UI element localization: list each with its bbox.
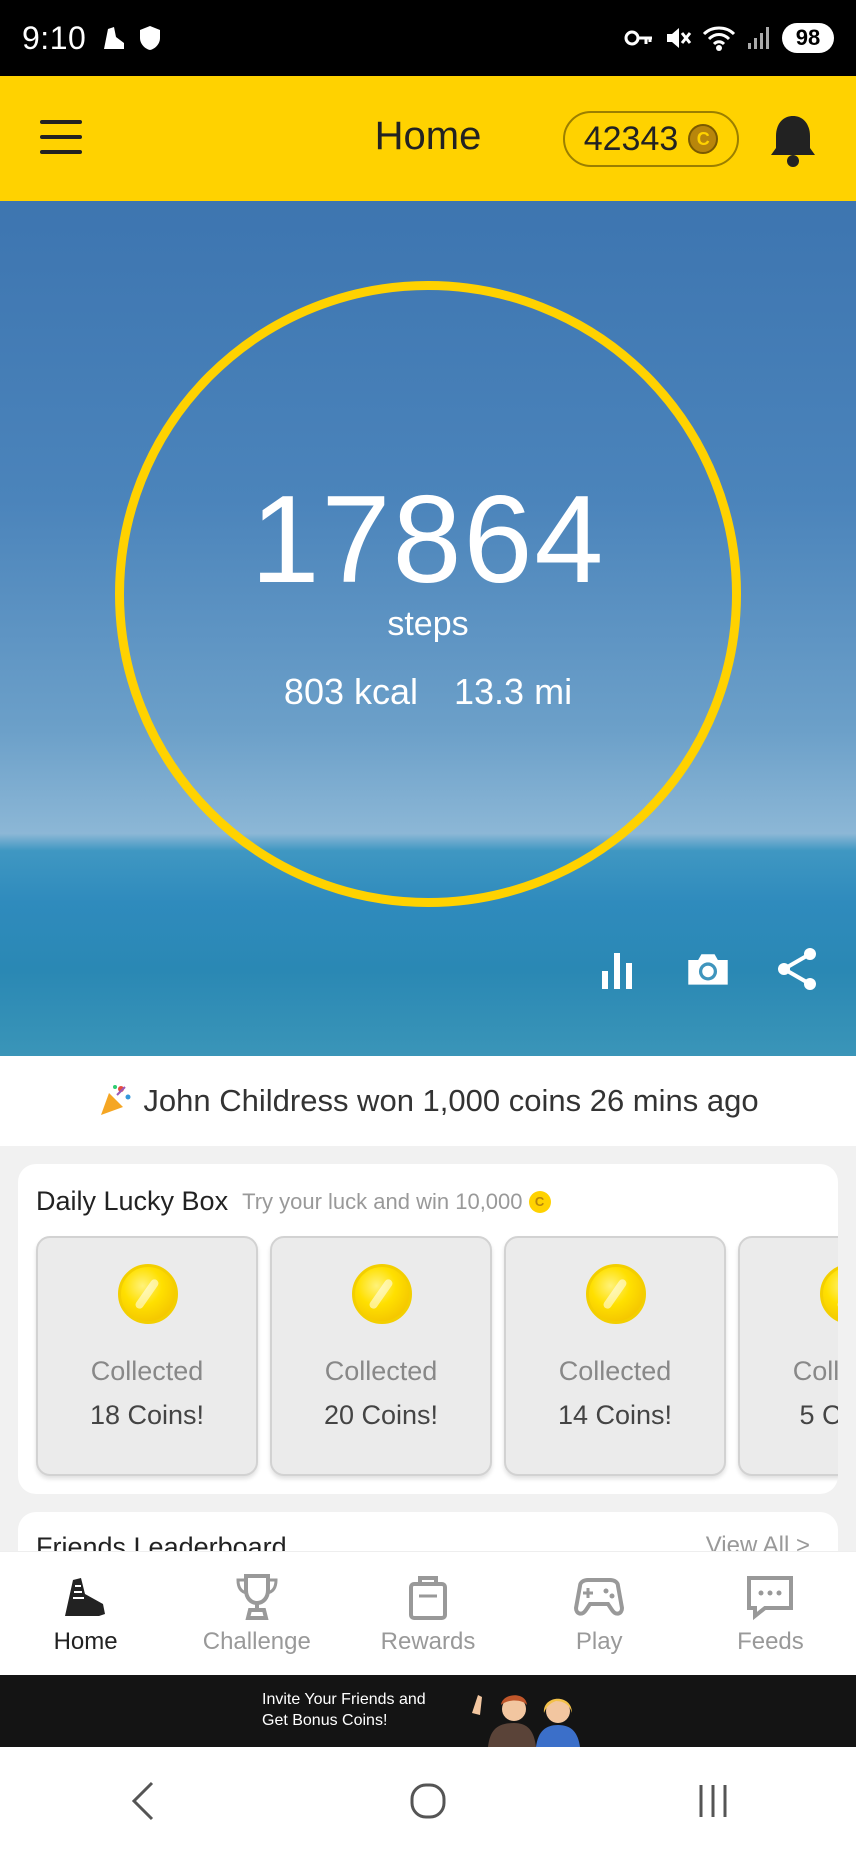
home-circle-icon[interactable] xyxy=(398,1771,458,1831)
party-popper-icon xyxy=(101,1085,131,1115)
gamepad-icon xyxy=(574,1577,625,1616)
shield-icon xyxy=(140,26,161,50)
shoe-notification-icon xyxy=(104,27,125,49)
friends-illustration-icon xyxy=(472,1695,580,1747)
key-icon xyxy=(624,30,652,46)
coin-icon: C xyxy=(528,1190,551,1213)
nav-feeds-label: Feeds xyxy=(737,1627,804,1655)
step-hero: 17864 steps 803 kcal 13.3 mi xyxy=(0,201,856,1056)
activity-stats: 803 kcal 13.3 mi xyxy=(0,671,856,713)
nav-home-label: Home xyxy=(53,1627,118,1655)
coin-icon: C xyxy=(688,124,719,154)
lucky-box[interactable]: Collected 18 Coins! xyxy=(36,1236,258,1476)
shopping-bag-icon xyxy=(409,1575,447,1620)
coin-balance-pill[interactable]: 42343 C xyxy=(563,111,739,167)
gold-coin-icon xyxy=(352,1264,412,1324)
daily-lucky-box-card: Daily Lucky Box Try your luck and win 10… xyxy=(18,1164,838,1494)
winner-message: John Childress won 1,000 coins 26 mins a… xyxy=(143,1083,759,1118)
signal-icon xyxy=(748,27,769,49)
status-bar: 9:10 98 xyxy=(0,0,856,76)
system-navigation-bar xyxy=(0,1747,856,1855)
gold-coin-icon xyxy=(586,1264,646,1324)
winner-ticker: John Childress won 1,000 coins 26 mins a… xyxy=(0,1056,856,1146)
lucky-box[interactable]: Collected 20 Coins! xyxy=(270,1236,492,1476)
nav-feeds[interactable]: Feeds xyxy=(685,1552,856,1675)
gold-coin-icon xyxy=(118,1264,178,1324)
chat-bubble-icon xyxy=(747,1575,794,1620)
trophy-icon xyxy=(236,1573,278,1620)
lucky-box[interactable]: Collected 14 Coins! xyxy=(504,1236,726,1476)
nav-play[interactable]: Play xyxy=(514,1552,685,1675)
calories-value: 803 kcal xyxy=(283,671,419,712)
shoe-icon xyxy=(64,1577,105,1616)
bottom-navigation: Home Challenge Rewards Play Feeds xyxy=(0,1551,856,1675)
lucky-box-list: Collected 18 Coins! Collected 20 Coins! … xyxy=(36,1236,838,1476)
lucky-box[interactable]: Collected 5 Coins! xyxy=(738,1236,838,1476)
status-time: 9:10 xyxy=(22,19,87,56)
distance-value: 13.3 mi xyxy=(454,671,573,712)
recent-apps-icon[interactable] xyxy=(683,1771,743,1831)
gold-coin-icon xyxy=(820,1264,838,1324)
nav-home[interactable]: Home xyxy=(0,1552,171,1675)
coin-balance-value: 42343 xyxy=(583,119,679,158)
step-count: 17864 xyxy=(250,471,606,609)
lucky-box-subtitle: Try your luck and win 10,000 C xyxy=(242,1189,551,1215)
back-icon[interactable] xyxy=(113,1771,173,1831)
steps-label: steps xyxy=(387,605,469,643)
menu-icon[interactable] xyxy=(40,120,82,154)
nav-challenge-label: Challenge xyxy=(202,1627,311,1655)
nav-rewards-label: Rewards xyxy=(380,1627,476,1655)
nav-rewards[interactable]: Rewards xyxy=(342,1552,513,1675)
share-icon[interactable] xyxy=(775,946,821,992)
hero-toolbar xyxy=(595,946,821,992)
bell-icon[interactable] xyxy=(768,112,818,168)
mute-icon xyxy=(667,28,692,48)
app-bar: Home 42343 C xyxy=(0,76,856,201)
banner-text: Invite Your Friends and Get Bonus Coins! xyxy=(262,1691,426,1729)
wifi-icon xyxy=(702,26,736,51)
invite-friends-banner[interactable]: Invite Your Friends and Get Bonus Coins! xyxy=(0,1675,856,1747)
nav-challenge[interactable]: Challenge xyxy=(171,1552,342,1675)
camera-icon[interactable] xyxy=(685,946,731,992)
battery-indicator: 98 xyxy=(782,23,834,53)
lucky-box-title: Daily Lucky Box xyxy=(36,1186,229,1216)
nav-play-label: Play xyxy=(575,1627,623,1655)
stats-chart-icon[interactable] xyxy=(595,946,641,992)
